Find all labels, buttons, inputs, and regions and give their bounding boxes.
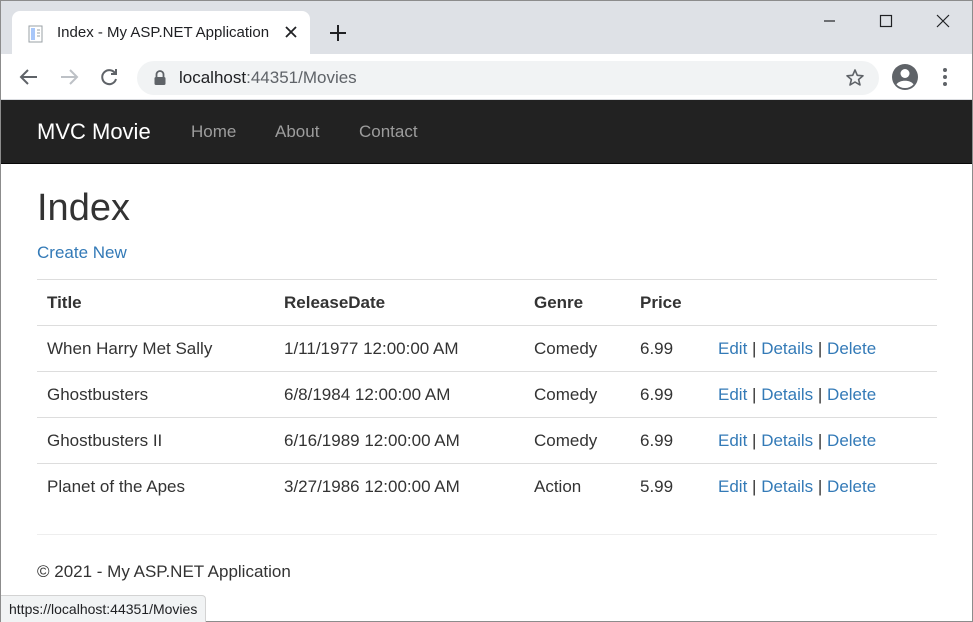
page-title: Index — [37, 187, 130, 229]
cell-title: Ghostbusters II — [37, 417, 274, 464]
cell-genre: Comedy — [524, 325, 630, 372]
details-link[interactable]: Details — [761, 385, 813, 404]
nav-contact-link[interactable]: Contact — [359, 122, 418, 142]
table-row: Planet of the Apes 3/27/1986 12:00:00 AM A… — [37, 463, 937, 510]
plus-icon[interactable] — [328, 23, 348, 43]
browser-toolbar: localhost:44351/Movies — [1, 54, 972, 100]
brand-link[interactable]: MVC Movie — [37, 119, 151, 145]
url-host: localhost — [179, 68, 247, 87]
tab-strip: Index - My ASP.NET Application — [1, 1, 972, 54]
header-actions — [708, 279, 937, 326]
create-new-link[interactable]: Create New — [37, 243, 127, 263]
window-close-icon[interactable] — [923, 9, 963, 33]
document-icon — [28, 25, 43, 43]
action-separator: | — [817, 476, 823, 496]
maximize-icon[interactable] — [866, 9, 906, 33]
details-link[interactable]: Details — [761, 431, 813, 450]
cell-price: 5.99 — [630, 463, 708, 510]
cell-title: Planet of the Apes — [37, 463, 274, 510]
edit-link[interactable]: Edit — [718, 477, 747, 496]
cell-genre: Action — [524, 463, 630, 510]
header-price: Price — [630, 279, 708, 326]
cell-price: 6.99 — [630, 371, 708, 418]
action-separator: | — [752, 476, 757, 496]
kebab-menu-icon[interactable] — [935, 67, 955, 87]
table-row: Ghostbusters II 6/16/1989 12:00:00 AM Come… — [37, 417, 937, 464]
action-separator: | — [817, 384, 823, 404]
cell-price: 6.99 — [630, 417, 708, 464]
back-arrow-icon[interactable] — [18, 66, 40, 88]
table-row: When Harry Met Sally 1/11/1977 12:00:00 A… — [37, 325, 937, 372]
edit-link[interactable]: Edit — [718, 385, 747, 404]
url-path: :44351/Movies — [246, 68, 357, 87]
header-release-date: ReleaseDate — [274, 279, 524, 326]
header-genre: Genre — [524, 279, 630, 326]
cell-actions: Edit | Details | Delete — [708, 371, 937, 418]
cell-release-date: 6/16/1989 12:00:00 AM — [274, 417, 524, 464]
cell-title: Ghostbusters — [37, 371, 274, 418]
action-separator: | — [752, 430, 757, 450]
cell-release-date: 1/11/1977 12:00:00 AM — [274, 325, 524, 372]
details-link[interactable]: Details — [761, 477, 813, 496]
url-text: localhost:44351/Movies — [179, 68, 357, 88]
delete-link[interactable]: Delete — [827, 385, 876, 404]
footer-text: © 2021 - My ASP.NET Application — [37, 562, 291, 581]
profile-icon[interactable] — [891, 63, 919, 91]
cell-genre: Comedy — [524, 417, 630, 464]
star-icon[interactable] — [845, 68, 865, 88]
footer-divider — [37, 534, 937, 535]
edit-link[interactable]: Edit — [718, 431, 747, 450]
cell-actions: Edit | Details | Delete — [708, 463, 937, 510]
cell-genre: Comedy — [524, 371, 630, 418]
close-icon[interactable] — [282, 23, 300, 41]
lock-icon[interactable] — [153, 70, 167, 86]
action-separator: | — [752, 384, 757, 404]
address-bar[interactable]: localhost:44351/Movies — [137, 61, 879, 95]
action-separator: | — [817, 338, 823, 358]
delete-link[interactable]: Delete — [827, 431, 876, 450]
delete-link[interactable]: Delete — [827, 477, 876, 496]
action-separator: | — [752, 338, 757, 358]
cell-actions: Edit | Details | Delete — [708, 417, 937, 464]
forward-arrow-icon[interactable] — [58, 66, 80, 88]
nav-home-link[interactable]: Home — [191, 122, 236, 142]
reload-icon[interactable] — [98, 66, 120, 88]
status-bar-url: https://localhost:44351/Movies — [1, 595, 207, 622]
cell-release-date: 3/27/1986 12:00:00 AM — [274, 463, 524, 510]
cell-price: 6.99 — [630, 325, 708, 372]
cell-release-date: 6/8/1984 12:00:00 AM — [274, 371, 524, 418]
cell-title: When Harry Met Sally — [37, 325, 274, 372]
table-row: Ghostbusters 6/8/1984 12:00:00 AM Comedy 6.… — [37, 371, 937, 418]
action-separator: | — [817, 430, 823, 450]
nav-about-link[interactable]: About — [275, 122, 319, 142]
movies-table: Title ReleaseDate Genre Price When Harry… — [37, 279, 937, 510]
site-navbar: MVC Movie Home About Contact — [1, 100, 972, 164]
cell-actions: Edit | Details | Delete — [708, 325, 937, 372]
browser-tab[interactable]: Index - My ASP.NET Application — [12, 11, 310, 54]
header-title: Title — [37, 279, 274, 326]
tab-title: Index - My ASP.NET Application — [57, 24, 270, 41]
edit-link[interactable]: Edit — [718, 339, 747, 358]
details-link[interactable]: Details — [761, 339, 813, 358]
table-header-row: Title ReleaseDate Genre Price — [37, 279, 937, 326]
minimize-icon[interactable] — [809, 9, 849, 33]
delete-link[interactable]: Delete — [827, 339, 876, 358]
